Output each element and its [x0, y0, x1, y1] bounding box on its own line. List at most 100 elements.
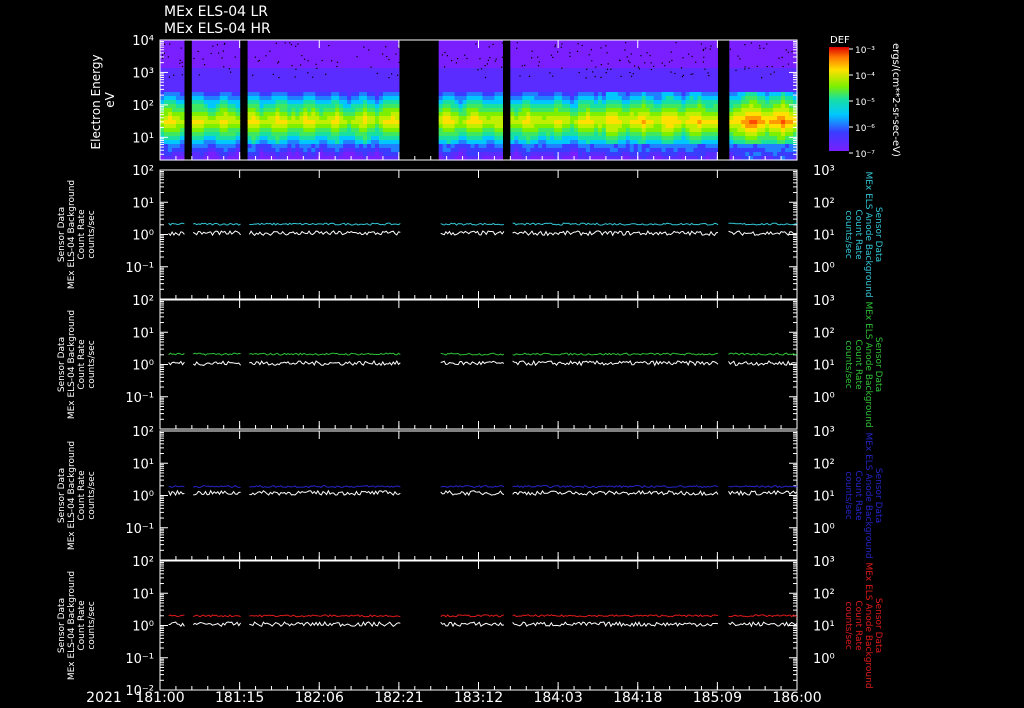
spectrogram-cell	[777, 80, 782, 85]
spectrogram-cell	[466, 108, 472, 113]
spectrogram-cell	[478, 100, 484, 105]
spectrogram-cell	[669, 40, 675, 45]
spectrogram-cell	[179, 92, 185, 97]
spectrogram-cell	[510, 64, 515, 69]
spectrogram-cell	[215, 40, 221, 45]
spectrogram-cell	[355, 144, 360, 149]
spectrogram-speckle	[785, 49, 787, 51]
spectrogram-cell	[378, 48, 384, 53]
spectrogram-cell	[374, 88, 380, 93]
spectrogram-cell	[685, 92, 691, 97]
spectrogram-cell	[574, 92, 579, 97]
spectrogram-cell	[163, 132, 169, 137]
spectrogram-cell	[171, 72, 177, 77]
spectrogram-cell	[438, 44, 444, 49]
spectrogram-cell	[283, 148, 288, 153]
spectrogram-cell	[442, 104, 448, 109]
spectrogram-cell	[283, 56, 288, 61]
spectrogram-cell	[355, 136, 360, 141]
spectrogram-cell	[522, 80, 527, 85]
spectrogram-cell	[570, 96, 575, 101]
spectrogram-cell	[601, 152, 607, 157]
spectrogram-cell	[733, 132, 738, 137]
spectrogram-cell	[661, 108, 667, 113]
spectrogram-cell	[593, 40, 599, 45]
spectrogram-cell	[697, 152, 703, 157]
spectrogram-cell	[613, 56, 619, 61]
spectrogram-cell	[653, 84, 659, 89]
spectrogram-cell	[386, 44, 392, 49]
spectrogram-cell	[625, 148, 631, 153]
spectrogram-cell	[741, 96, 746, 101]
spectrogram-cell	[781, 108, 786, 113]
spectrogram-cell	[219, 116, 225, 121]
spectrogram-cell	[685, 76, 691, 81]
spectrogram-cell	[613, 140, 619, 145]
spectrogram-cell	[235, 144, 241, 149]
chart-canvas: MEx ELS-04 LR MEx ELS-04 HR Electron Ene…	[57, 4, 901, 706]
spectrogram-cell	[199, 144, 205, 149]
spectrogram-cell	[526, 116, 531, 121]
spectrogram-cell	[490, 120, 496, 125]
spectrogram-cell	[486, 64, 492, 69]
spectrogram-cell	[550, 116, 555, 121]
spectrogram-cell	[681, 100, 687, 105]
spectrogram-cell	[677, 100, 683, 105]
spectrogram-cell	[203, 96, 209, 101]
spectrogram-cell	[689, 112, 695, 117]
spectrogram-cell	[247, 56, 253, 61]
spectrogram-cell	[343, 44, 348, 49]
spectrogram-cell	[394, 72, 400, 77]
spectrogram-cell	[207, 88, 213, 93]
spectrogram-speckle	[444, 66, 446, 68]
spectrogram-cell	[199, 148, 205, 153]
spectrogram-cell	[363, 108, 368, 113]
spectrogram-cell	[653, 144, 659, 149]
spectrogram-cell	[789, 92, 794, 97]
spectrogram-cell	[637, 68, 643, 73]
spectrogram-cell	[514, 76, 519, 81]
spectrogram-cell	[335, 88, 340, 93]
spectrogram-cell	[713, 144, 718, 149]
spectrogram-cell	[558, 116, 563, 121]
spectrogram-cell	[669, 132, 675, 137]
spectrogram-cell	[562, 84, 567, 89]
spectrogram-cell	[247, 96, 253, 101]
spectrogram-cell	[753, 84, 758, 89]
spectrogram-speckle	[682, 74, 684, 76]
spectrogram-cell	[761, 128, 766, 133]
spectrogram-cell	[347, 104, 352, 109]
spectrogram-cell	[765, 56, 770, 61]
right-ytick-label: 10¹	[813, 229, 835, 244]
spectrogram-cell	[195, 148, 201, 153]
spectrogram-cell	[299, 92, 304, 97]
spectrogram-cell	[713, 92, 718, 97]
spectrogram-cell	[574, 116, 579, 121]
spectrogram-cell	[578, 64, 583, 69]
spectrogram-cell	[331, 80, 336, 85]
spectrogram-cell	[761, 56, 766, 61]
spectrogram-cell	[789, 48, 794, 53]
spectrogram-cell	[482, 72, 488, 77]
spectrogram-cell	[685, 96, 691, 101]
spectrogram-cell	[223, 128, 229, 133]
spectrogram-cell	[386, 120, 392, 125]
spectrogram-cell	[585, 72, 591, 77]
spectrogram-cell	[733, 60, 738, 65]
spectrogram-cell	[462, 124, 468, 129]
spectrogram-cell	[538, 64, 543, 69]
spectrogram-cell	[259, 148, 265, 153]
spectrogram-cell	[617, 120, 623, 125]
spectrogram-cell	[605, 68, 611, 73]
spectrogram-cell	[593, 64, 599, 69]
spectrogram-speckle	[625, 42, 627, 44]
spectrogram-cell	[733, 92, 738, 97]
spectrogram-cell	[729, 108, 734, 113]
spectrogram-cell	[207, 100, 213, 105]
spectrogram-cell	[315, 136, 320, 141]
spectrogram-cell	[562, 152, 567, 157]
spectrogram-cell	[307, 116, 312, 121]
line-panel: 10²10¹10⁰10⁻¹10³10²10¹10⁰Sensor DataMEx …	[57, 164, 883, 300]
spectrogram-cell	[331, 128, 336, 133]
right-axis-label-line: Sensor Data	[873, 468, 883, 523]
